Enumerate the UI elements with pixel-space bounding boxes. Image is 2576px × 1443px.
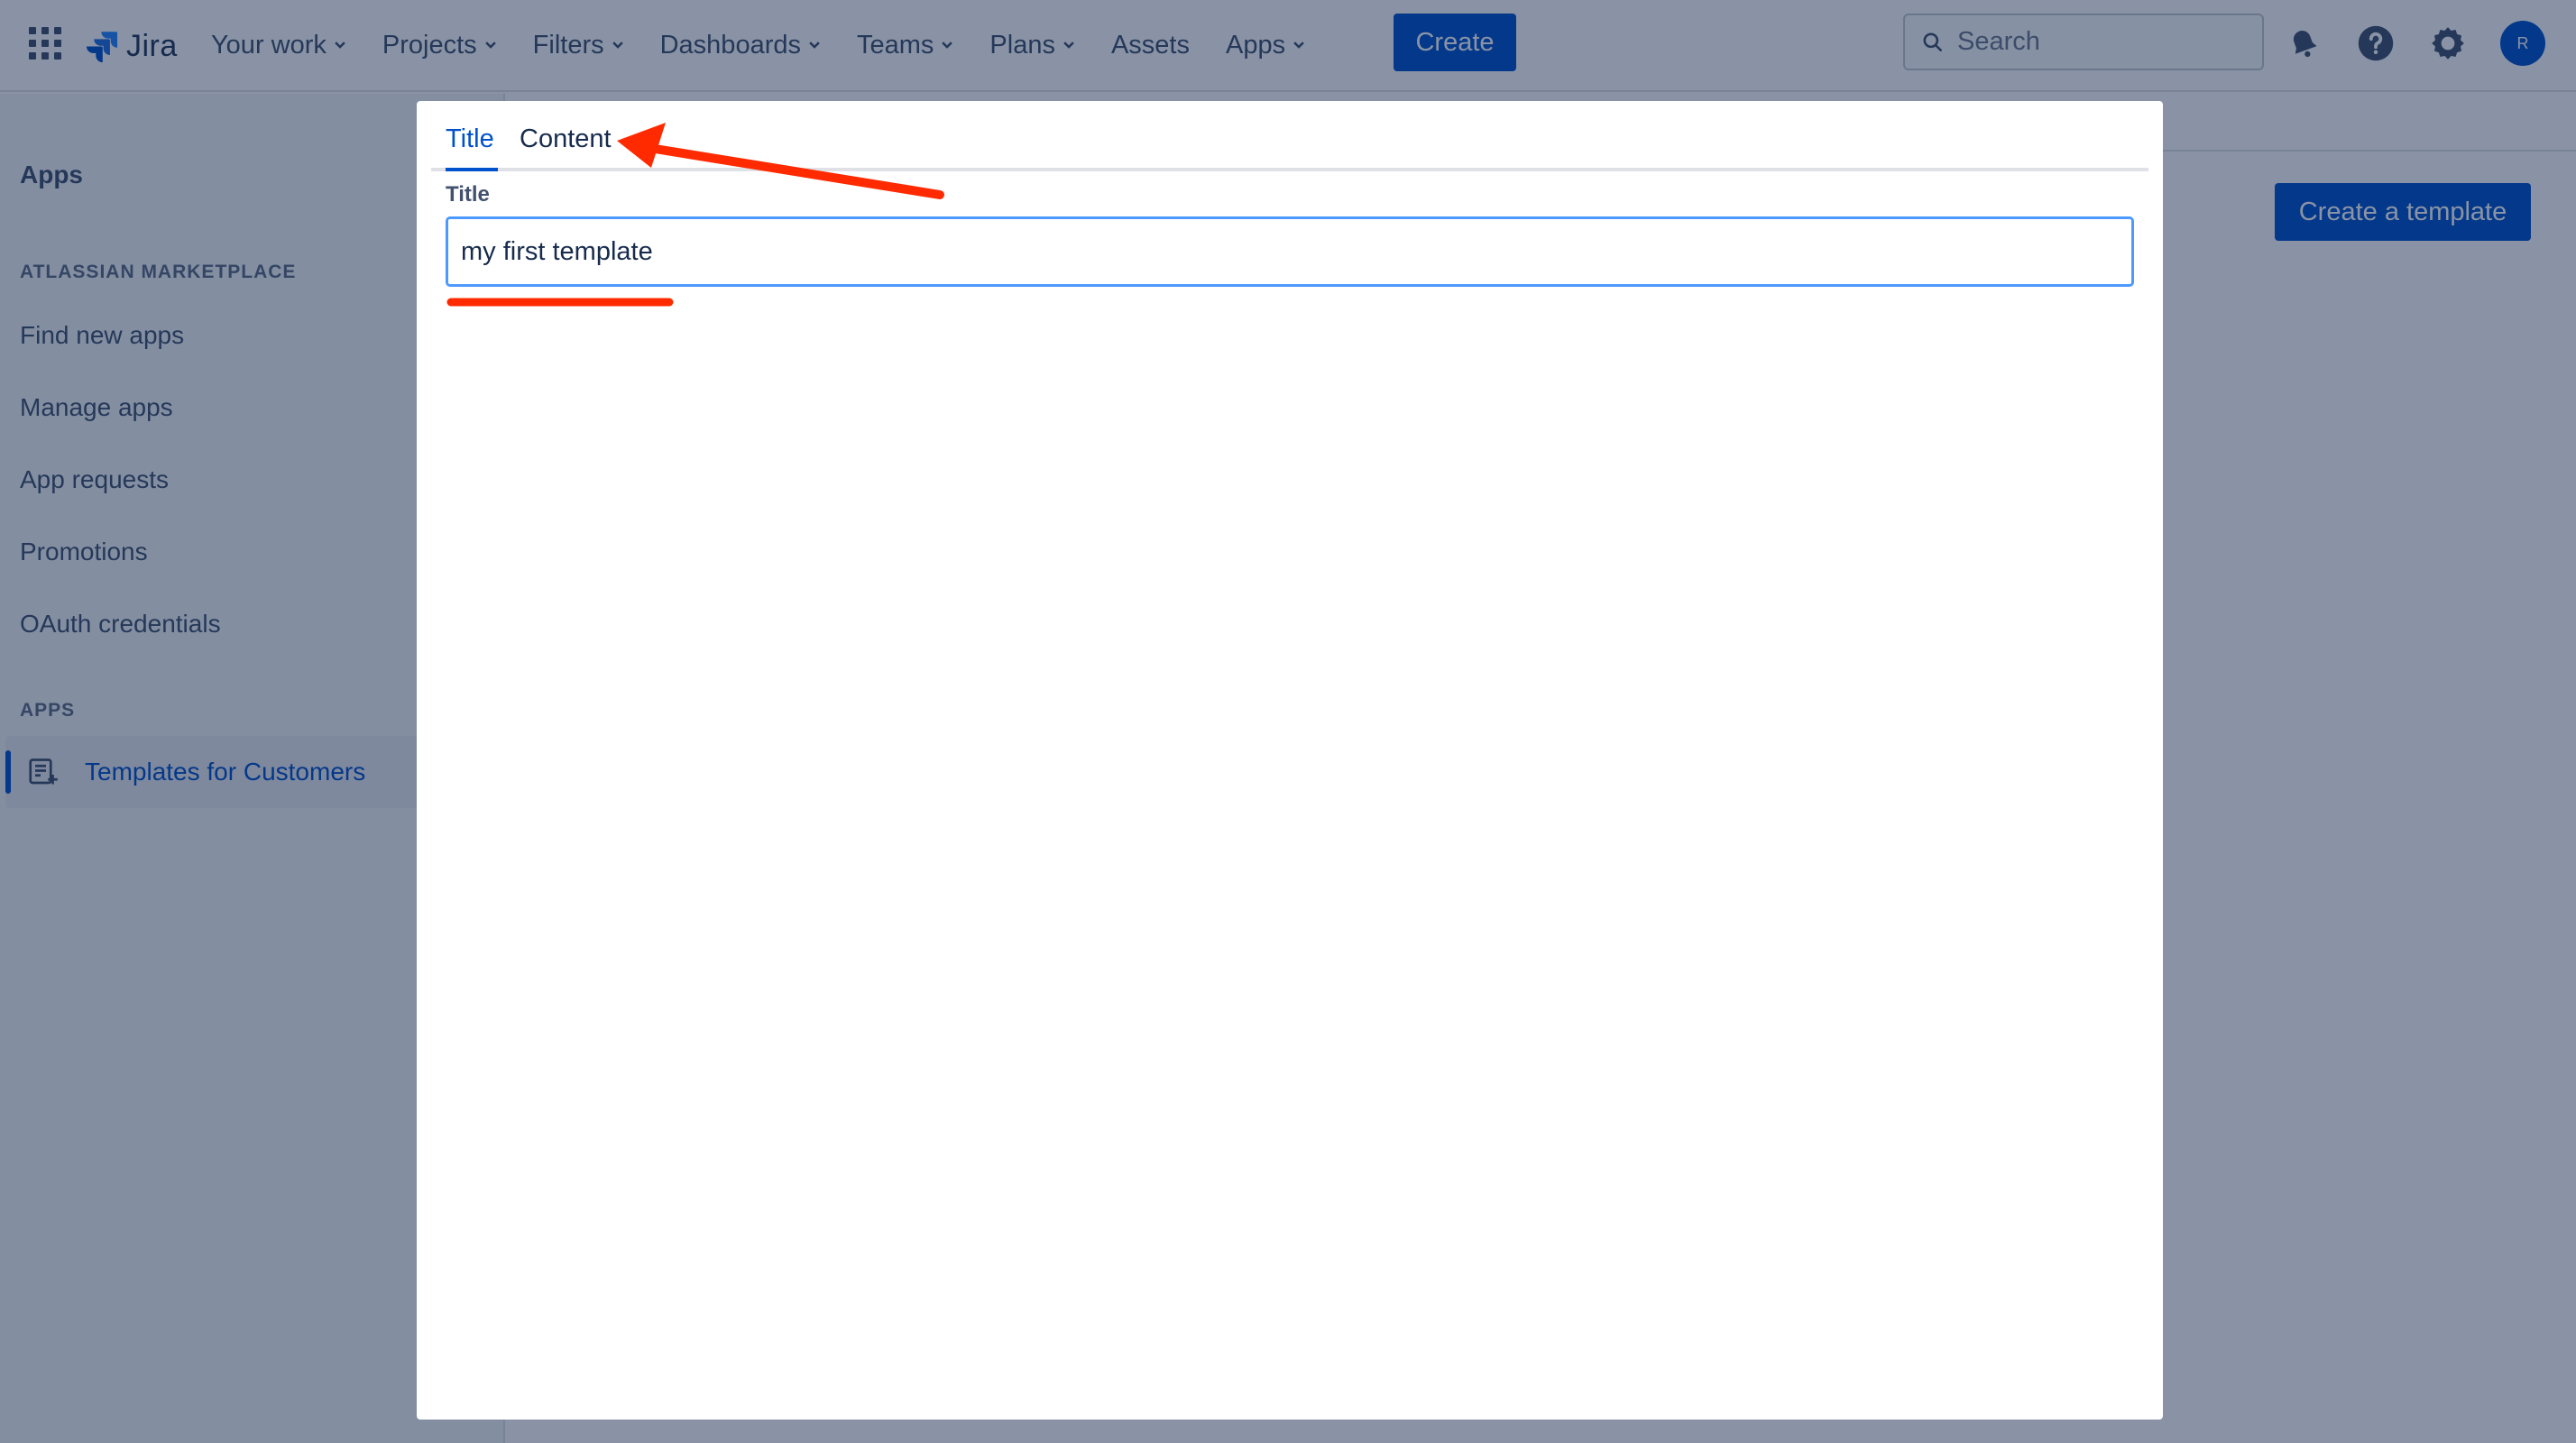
template-modal: Title Content Title	[417, 101, 2163, 1420]
title-field-label: Title	[446, 182, 490, 207]
title-input[interactable]	[446, 216, 2134, 287]
active-tab-indicator	[446, 168, 498, 171]
tab-title[interactable]: Title	[446, 124, 494, 154]
modal-tabs: Title Content	[431, 114, 2148, 171]
tab-content[interactable]: Content	[520, 124, 612, 154]
